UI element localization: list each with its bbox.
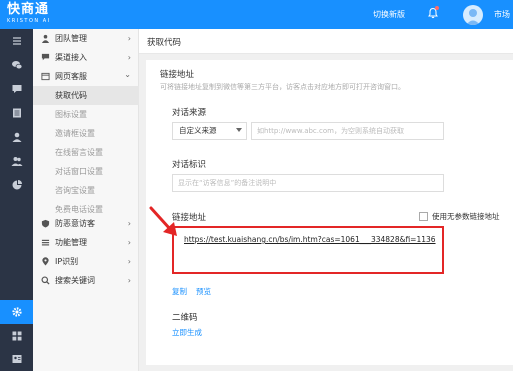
submenu-consult-settings[interactable]: 咨询宝设置 [33,181,139,200]
chat-bubbles-icon[interactable] [0,53,33,77]
chevron-right-icon: › [127,257,131,266]
menu-item-label: IP识别 [55,257,79,266]
link-section-hint: 可将链接地址复制到微信等第三方平台，访客点击对应地方即可打开咨询窗口。 [160,83,405,91]
team-icon [41,34,50,43]
page-title: 获取代码 [147,38,182,48]
grid-icon[interactable] [0,324,33,348]
chevron-right-icon: › [127,276,131,285]
menu-item-ip-recognition[interactable]: IP识别 › [33,252,139,271]
no-param-checkbox[interactable] [419,212,428,221]
no-param-checkbox-label[interactable]: 使用无参数链接地址 [432,211,500,222]
chevron-down-icon: ⌄ [124,70,131,79]
red-arrow-annotation [149,206,177,236]
generate-qrcode-link[interactable]: 立即生成 [172,327,202,338]
menu-item-label: 渠道接入 [55,53,87,62]
menu-icon[interactable] [0,29,33,53]
users-icon[interactable] [0,149,33,173]
logo-text: 快商通 [7,2,50,17]
avatar[interactable] [463,5,483,25]
tag-label: 对话标识 [172,160,207,170]
tag-input[interactable]: 显示在“访客信息”的备注说明中 [172,174,444,192]
menu-item-label: 防恶意访客 [55,219,95,228]
notification-dot [435,6,439,10]
search-icon [41,276,50,285]
user-card-icon[interactable] [0,347,33,371]
source-url-input[interactable]: 如http://www.abc.com，为空则系统自动获取 [251,122,444,140]
chevron-right-icon: › [127,34,131,43]
menu-item-team[interactable]: 团队管理 › [33,29,139,48]
qrcode-title: 二维码 [172,313,198,323]
logo-subtext: KRISTON AI [7,18,51,24]
menu-item-label: 搜索关键词 [55,276,95,285]
link-url-textarea[interactable]: https://test.kuaishang.cn/bs/im.htm?cas=… [172,226,444,274]
menu-item-search-keywords[interactable]: 搜索关键词 › [33,271,139,290]
submenu-icon-settings[interactable]: 图标设置 [33,105,139,124]
function-icon [41,239,50,246]
submenu-message-settings[interactable]: 在线留言设置 [33,143,139,162]
user-icon[interactable] [0,125,33,149]
shield-icon [41,219,50,228]
switch-version-button[interactable]: 切换新版 [373,9,405,20]
chevron-right-icon: › [127,219,131,228]
settings-menu: 团队管理 › 渠道接入 › 网页客服 ⌄ 获取代码 图标设置 邀请框设置 在线留… [33,29,139,371]
list-icon[interactable] [0,101,33,125]
preview-link[interactable]: 预览 [196,286,211,297]
submenu-get-code[interactable]: 获取代码 [33,86,139,105]
link-url-value[interactable]: https://test.kuaishang.cn/bs/im.htm?cas=… [184,235,436,244]
source-url-placeholder: 如http://www.abc.com，为空则系统自动获取 [257,127,404,135]
menu-item-anti-malicious[interactable]: 防恶意访客 › [33,214,139,233]
menu-item-label: 功能管理 [55,238,87,247]
username[interactable]: 市场 [494,9,510,20]
menu-item-channel[interactable]: 渠道接入 › [33,48,139,67]
link-section-title: 链接地址 [160,70,195,80]
chevron-right-icon: › [127,53,131,62]
copy-link[interactable]: 复制 [172,286,187,297]
user-avatar-icon [466,9,480,25]
message-icon[interactable] [0,77,33,101]
menu-item-label: 网页客服 [55,72,87,81]
webpage-icon [41,72,50,81]
tag-input-placeholder: 显示在“访客信息”的备注说明中 [178,179,277,187]
chevron-right-icon: › [127,238,131,247]
icon-rail [0,29,33,371]
menu-item-webpage-service[interactable]: 网页客服 ⌄ [33,67,139,86]
top-bar: 快商通 KRISTON AI 切换新版 市场 [0,0,513,29]
submenu-invite-settings[interactable]: 邀请框设置 [33,124,139,143]
channel-icon [41,53,50,61]
location-icon [42,257,49,266]
content-header: 获取代码 [139,29,513,54]
source-label: 对话来源 [172,108,207,118]
caret-down-icon [236,128,242,132]
menu-item-label: 团队管理 [55,34,87,43]
menu-item-function-manage[interactable]: 功能管理 › [33,233,139,252]
pie-chart-icon[interactable] [0,173,33,197]
source-select[interactable]: 自定义来源 [172,122,247,140]
logo: 快商通 KRISTON AI [7,3,51,25]
submenu-chat-window-settings[interactable]: 对话窗口设置 [33,162,139,181]
source-select-value: 自定义来源 [179,126,217,135]
settings-icon[interactable] [0,300,33,324]
